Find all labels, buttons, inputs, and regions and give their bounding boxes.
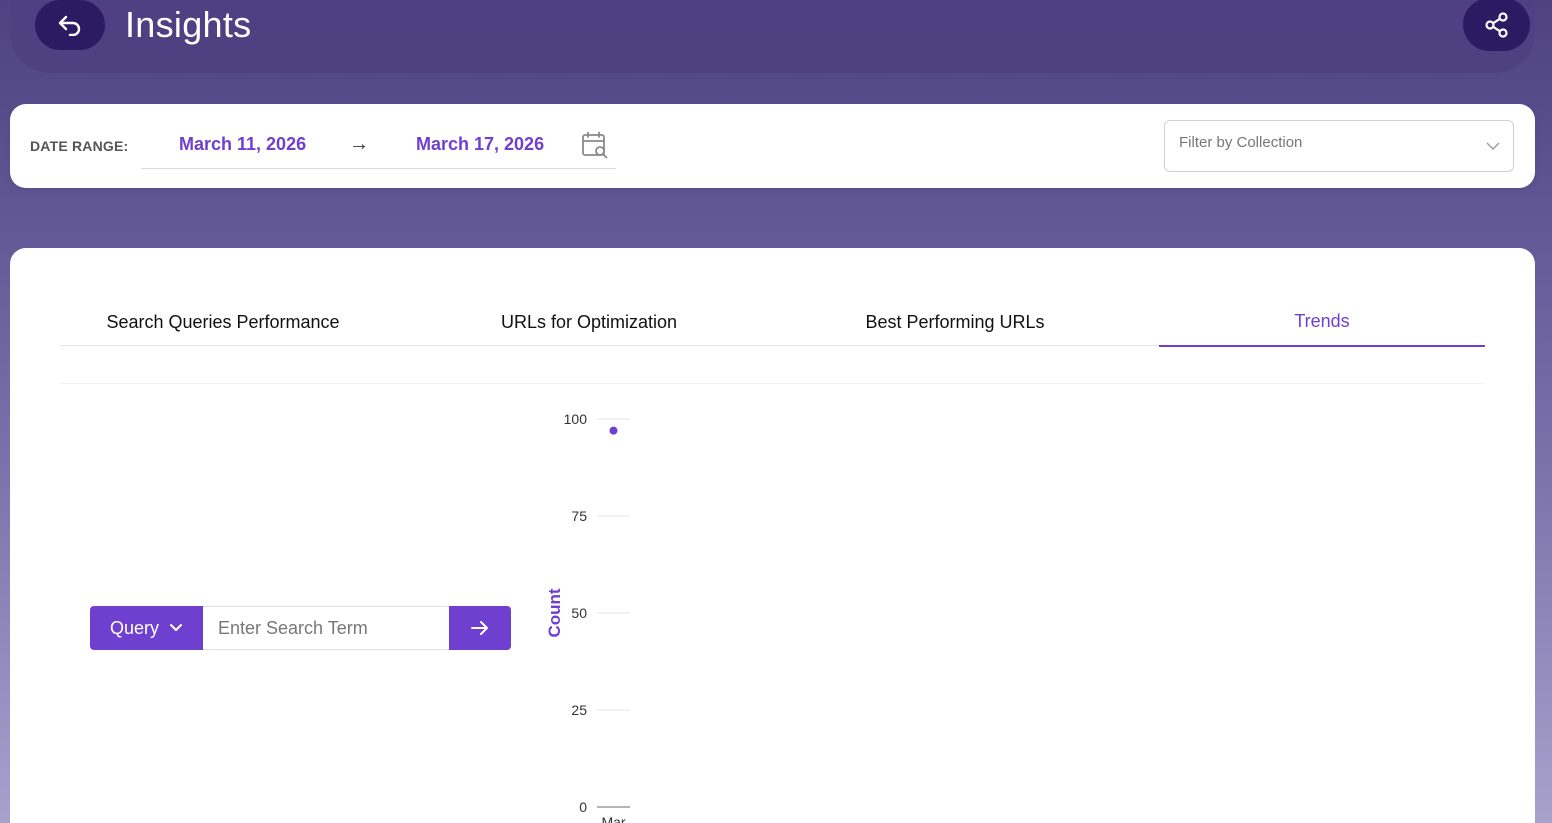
back-arrow-icon — [58, 15, 81, 36]
trend-chart: 0 25 50 75 100 Count Mar — [545, 411, 630, 823]
collection-filter-select[interactable]: Filter by Collection — [1164, 120, 1514, 172]
y-tick-label: 0 — [579, 799, 587, 815]
tab-trends[interactable]: Trends — [1159, 298, 1485, 347]
tab-bar: Search Queries Performance URLs for Opti… — [60, 298, 1485, 347]
x-tick-label: Mar — [601, 814, 625, 823]
app-header: Insights — [10, 0, 1535, 73]
trends-panel: Query 0255075100CountMar — [60, 383, 1485, 823]
share-icon — [1484, 11, 1508, 38]
end-date[interactable]: March 17, 2026 — [416, 134, 544, 155]
calendar-search-icon[interactable] — [581, 131, 609, 159]
y-tick-label: 75 — [571, 508, 587, 524]
tab-search-queries-performance[interactable]: Search Queries Performance — [60, 298, 386, 346]
chevron-down-icon — [1486, 142, 1500, 150]
date-range-picker[interactable]: March 11, 2026 → March 17, 2026 — [141, 122, 616, 169]
tab-best-performing-urls[interactable]: Best Performing URLs — [772, 298, 1138, 346]
date-range-label: DATE RANGE: — [30, 138, 129, 154]
y-axis-label: Count — [545, 588, 564, 637]
date-range-card: DATE RANGE: March 11, 2026 → March 17, 2… — [10, 104, 1535, 188]
y-tick-label: 25 — [571, 702, 587, 718]
start-date[interactable]: March 11, 2026 — [179, 134, 306, 155]
y-tick-label: 100 — [564, 411, 588, 427]
collection-filter-placeholder: Filter by Collection — [1179, 134, 1303, 151]
insights-card: Search Queries Performance URLs for Opti… — [10, 248, 1535, 823]
y-tick-label: 50 — [571, 605, 587, 621]
share-button[interactable] — [1463, 0, 1530, 51]
tab-urls-for-optimization[interactable]: URLs for Optimization — [406, 298, 772, 346]
page-title: Insights — [125, 4, 252, 45]
data-point — [609, 426, 618, 435]
back-button[interactable] — [35, 0, 105, 50]
date-range-arrow: → — [349, 133, 369, 155]
